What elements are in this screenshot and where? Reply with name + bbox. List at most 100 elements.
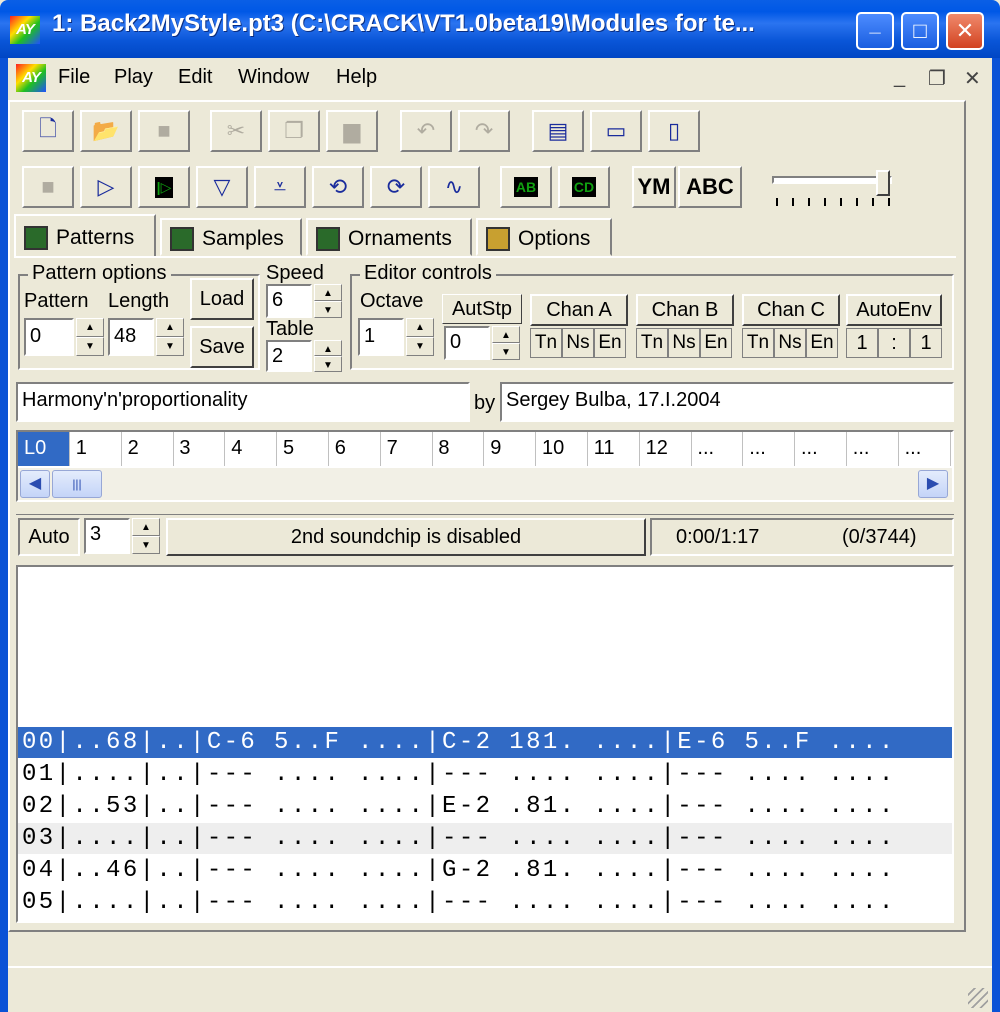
pattern-number-spinner[interactable]: ▲ ▼ — [76, 318, 104, 356]
position-cell[interactable]: 4 — [225, 432, 278, 466]
spin-down-icon[interactable]: ▼ — [314, 356, 342, 372]
position-cell[interactable]: 1 — [70, 432, 122, 466]
speed-spinner[interactable]: ▲ ▼ — [314, 284, 342, 318]
tab-options[interactable]: Options — [476, 218, 612, 256]
scroll-right-icon[interactable]: ▶ — [918, 470, 948, 498]
stop-button[interactable]: ■ — [22, 166, 74, 208]
open-button[interactable]: 📂 — [80, 110, 132, 152]
channel-b-button[interactable]: Chan B — [636, 294, 734, 326]
position-cell[interactable]: ... — [847, 432, 899, 466]
soundchip-status-button[interactable]: 2nd soundchip is disabled — [166, 518, 646, 556]
mdi-restore-icon[interactable]: ❐ — [928, 66, 946, 91]
cascade-button[interactable]: ▤ — [532, 110, 584, 152]
mdi-close-icon[interactable]: ✕ — [964, 66, 981, 91]
position-cell[interactable]: 6 — [329, 432, 381, 466]
spin-down-icon[interactable]: ▼ — [406, 337, 434, 356]
channel-b-tn-toggle[interactable]: Tn — [636, 328, 668, 358]
position-cell[interactable]: 8 — [432, 432, 485, 466]
spin-down-icon[interactable]: ▼ — [132, 536, 160, 554]
spin-up-icon[interactable]: ▲ — [314, 284, 342, 301]
maximize-button[interactable]: □ — [901, 12, 939, 50]
resize-grip-icon[interactable] — [968, 988, 988, 1008]
pattern-row[interactable]: 04|..46|..|--- .... ....|G-2 .81. ....|-… — [18, 855, 952, 886]
channel-b-ns-toggle[interactable]: Ns — [668, 328, 700, 358]
position-scrollbar[interactable]: ◀ ||| ▶ — [18, 468, 952, 500]
spin-up-icon[interactable]: ▲ — [314, 340, 342, 356]
channel-a-en-toggle[interactable]: En — [594, 328, 626, 358]
volume-slider-thumb[interactable] — [876, 170, 890, 196]
position-cell[interactable]: 10 — [536, 432, 588, 466]
play-button[interactable]: ▷ — [80, 166, 132, 208]
play-pattern-from-line-button[interactable]: ⩡ — [254, 166, 306, 208]
save-pattern-button[interactable]: Save — [190, 326, 254, 368]
copy-button[interactable]: ❐ — [268, 110, 320, 152]
play-from-pos-button[interactable]: |▷ — [138, 166, 190, 208]
pattern-length-input[interactable]: 48 — [108, 318, 154, 356]
autstp-spinner[interactable]: ▲ ▼ — [492, 326, 520, 360]
channel-a-button[interactable]: Chan A — [530, 294, 628, 326]
position-cell[interactable]: 7 — [381, 432, 433, 466]
position-cell[interactable]: 3 — [173, 432, 226, 466]
spin-up-icon[interactable]: ▲ — [156, 318, 184, 337]
tile-horizontal-button[interactable]: ▭ — [590, 110, 642, 152]
position-cell[interactable]: L0 — [18, 432, 70, 466]
position-cell[interactable]: 11 — [588, 432, 640, 466]
pattern-row[interactable]: 01|....|..|--- .... ....|--- .... ....|-… — [18, 759, 952, 790]
octave-spinner[interactable]: ▲ ▼ — [406, 318, 434, 356]
abc-button[interactable]: ABC — [678, 166, 742, 208]
position-cell[interactable]: ... — [743, 432, 796, 466]
spin-up-icon[interactable]: ▲ — [132, 518, 160, 536]
load-pattern-button[interactable]: Load — [190, 278, 254, 320]
channel-c-ns-toggle[interactable]: Ns — [774, 328, 806, 358]
sample-wave-button[interactable]: ∿ — [428, 166, 480, 208]
spin-up-icon[interactable]: ▲ — [76, 318, 104, 337]
table-spinner[interactable]: ▲ ▼ — [314, 340, 342, 372]
position-cell[interactable]: ... — [795, 432, 847, 466]
channel-c-tn-toggle[interactable]: Tn — [742, 328, 774, 358]
pattern-row[interactable]: 05|....|..|--- .... ....|--- .... ....|-… — [18, 887, 952, 918]
undo-button[interactable]: ↶ — [400, 110, 452, 152]
position-cell[interactable]: 5 — [277, 432, 329, 466]
spin-up-icon[interactable]: ▲ — [406, 318, 434, 337]
menu-window[interactable]: Window — [238, 66, 309, 89]
autoenv-denominator[interactable]: 1 — [910, 328, 942, 358]
channel-b-en-toggle[interactable]: En — [700, 328, 732, 358]
autoenv-numerator[interactable]: 1 — [846, 328, 878, 358]
cut-button[interactable]: ✂ — [210, 110, 262, 152]
pattern-number-input[interactable]: 0 — [24, 318, 74, 356]
play-pattern-button[interactable]: ▽ — [196, 166, 248, 208]
tile-vertical-button[interactable]: ▯ — [648, 110, 700, 152]
tab-ornaments[interactable]: Ornaments — [306, 218, 472, 256]
menu-file[interactable]: File — [58, 66, 90, 89]
close-button[interactable]: ✕ — [946, 12, 984, 50]
loop-all-button[interactable]: ⟳ — [370, 166, 422, 208]
speed-input[interactable]: 6 — [266, 284, 312, 318]
menu-edit[interactable]: Edit — [178, 66, 212, 89]
scroll-left-icon[interactable]: ◀ — [20, 470, 50, 498]
channel-a-tn-toggle[interactable]: Tn — [530, 328, 562, 358]
auto-step-input[interactable]: 3 — [84, 518, 130, 554]
position-cell[interactable]: ... — [691, 432, 744, 466]
mdi-minimize-icon[interactable]: _ — [894, 66, 905, 89]
toggle-chip-cd-button[interactable]: CD — [558, 166, 610, 208]
volume-slider-track[interactable] — [772, 176, 892, 184]
ym-button[interactable]: YM — [632, 166, 676, 208]
save-button[interactable]: ■ — [138, 110, 190, 152]
scrollbar-thumb[interactable]: ||| — [52, 470, 102, 498]
position-cell[interactable]: 9 — [484, 432, 537, 466]
toggle-chip-ab-button[interactable]: AB — [500, 166, 552, 208]
autstp-button[interactable]: AutStp — [442, 294, 522, 324]
spin-down-icon[interactable]: ▼ — [76, 337, 104, 356]
tab-samples[interactable]: Samples — [160, 218, 302, 256]
channel-a-ns-toggle[interactable]: Ns — [562, 328, 594, 358]
autstp-input[interactable]: 0 — [444, 326, 490, 360]
spin-down-icon[interactable]: ▼ — [156, 337, 184, 356]
tab-patterns[interactable]: Patterns — [14, 214, 156, 256]
auto-toggle-button[interactable]: Auto — [18, 518, 80, 556]
pattern-row[interactable]: 03|....|..|--- .... ....|--- .... ....|-… — [18, 823, 952, 854]
pattern-editor[interactable]: 00|..68|..|C-6 5..F ....|C-2 181. ....|E… — [16, 565, 954, 923]
redo-button[interactable]: ↷ — [458, 110, 510, 152]
child-logo-icon[interactable]: AY — [16, 64, 46, 92]
auto-step-spinner[interactable]: ▲ ▼ — [132, 518, 160, 554]
pattern-row[interactable]: 02|..53|..|--- .... ....|E-2 .81. ....|-… — [18, 791, 952, 822]
